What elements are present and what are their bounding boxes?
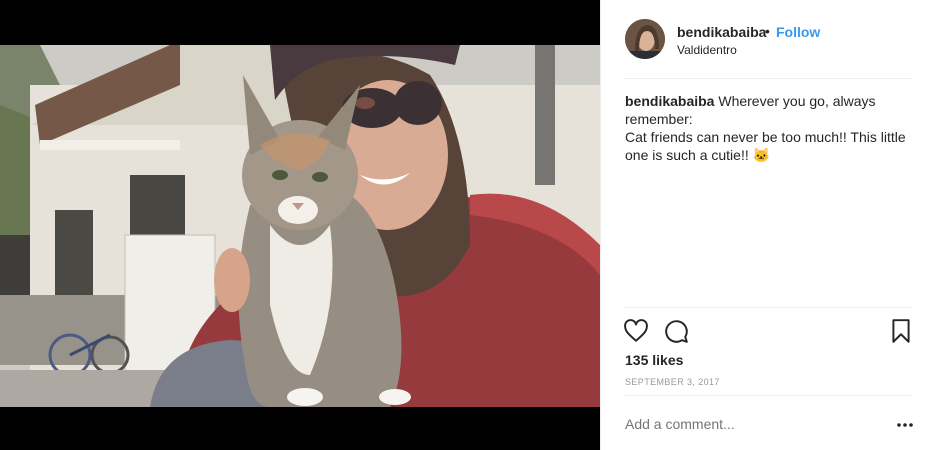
- bookmark-icon[interactable]: [888, 318, 914, 344]
- likes-count[interactable]: 135 likes: [625, 352, 683, 368]
- photo-illustration: [0, 45, 600, 407]
- comment-icon[interactable]: [663, 318, 689, 344]
- post-header: bendikabaiba • Follow Valdidentro: [601, 0, 933, 78]
- comment-divider: [625, 395, 912, 396]
- follow-button[interactable]: Follow: [776, 24, 820, 40]
- separator-dot: •: [765, 23, 770, 39]
- cat-emoji: 🐱: [752, 147, 771, 163]
- location-link[interactable]: Valdidentro: [677, 43, 737, 57]
- more-options-icon[interactable]: [895, 416, 915, 434]
- avatar-image: [625, 19, 665, 59]
- caption-username[interactable]: bendikabaiba: [625, 93, 714, 109]
- post-viewer: bendikabaiba • Follow Valdidentro bendik…: [0, 0, 933, 450]
- avatar[interactable]: [625, 19, 665, 59]
- add-comment-input[interactable]: [625, 416, 875, 432]
- post-date[interactable]: SEPTEMBER 3, 2017: [625, 377, 720, 387]
- post-side-panel: bendikabaiba • Follow Valdidentro bendik…: [600, 0, 933, 450]
- header-divider: [625, 78, 912, 79]
- action-bar: [601, 308, 933, 348]
- caption: bendikabaiba Wherever you go, always rem…: [625, 92, 915, 164]
- post-photo[interactable]: [0, 45, 600, 407]
- media-area: [0, 0, 600, 450]
- heart-icon[interactable]: [623, 318, 649, 344]
- username-link[interactable]: bendikabaiba: [677, 24, 766, 40]
